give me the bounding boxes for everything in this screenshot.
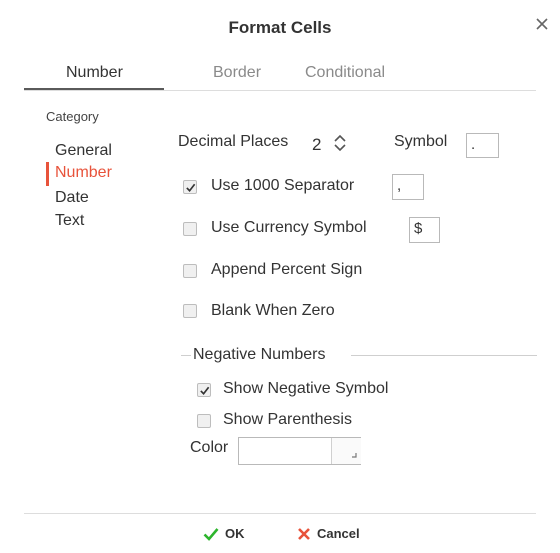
ok-button[interactable]: OK [203,526,245,541]
symbol-label: Symbol [394,133,448,150]
negative-numbers-rule-right [351,355,537,356]
use-1000-separator-checkbox[interactable] [183,180,197,194]
color-picker[interactable] [238,437,361,465]
tab-conditional[interactable]: Conditional [305,64,385,82]
corner-icon [352,453,357,458]
use-currency-symbol-label: Use Currency Symbol [211,219,367,236]
check-icon [203,527,219,541]
close-icon[interactable] [532,14,552,34]
decimal-places-value: 2 [312,135,322,154]
append-percent-sign-checkbox[interactable] [183,264,197,278]
decimal-places-stepper[interactable]: 2 [312,132,366,158]
ok-label: OK [225,526,245,541]
dialog-title: Format Cells [228,18,332,37]
category-item-general[interactable]: General [55,142,112,160]
cancel-label: Cancel [317,526,360,541]
show-negative-symbol-checkbox[interactable] [197,383,211,397]
active-tab-indicator [24,88,164,90]
color-swatch [239,438,331,464]
footer-divider [24,513,536,514]
decimal-places-label: Decimal Places [178,133,289,150]
separator-input[interactable]: , [392,174,424,200]
cancel-button[interactable]: Cancel [297,526,360,541]
x-icon [298,527,310,540]
use-currency-symbol-checkbox[interactable] [183,222,197,236]
category-item-number[interactable]: Number [55,164,112,182]
spinner-icon[interactable] [333,133,347,158]
symbol-input[interactable]: . [466,133,499,158]
category-heading: Category [46,109,99,124]
tab-number[interactable]: Number [66,64,123,82]
tab-divider [24,90,536,91]
category-item-text[interactable]: Text [55,212,84,230]
show-parenthesis-checkbox[interactable] [197,414,211,428]
negative-numbers-legend: Negative Numbers [193,346,326,363]
blank-when-zero-label: Blank When Zero [211,302,335,319]
currency-symbol-input[interactable]: $ [409,217,440,243]
checkmark-icon [199,386,209,395]
category-selected-marker [46,162,49,186]
show-parenthesis-label: Show Parenthesis [223,411,352,428]
checkmark-icon [185,183,195,192]
color-label: Color [190,439,229,456]
append-percent-sign-label: Append Percent Sign [211,261,363,278]
negative-numbers-rule-left [181,355,191,356]
color-dropdown-button[interactable] [331,438,361,464]
category-item-date[interactable]: Date [55,189,89,207]
tab-border[interactable]: Border [213,64,261,82]
blank-when-zero-checkbox[interactable] [183,304,197,318]
show-negative-symbol-label: Show Negative Symbol [223,380,389,397]
use-1000-separator-label: Use 1000 Separator [211,177,355,194]
